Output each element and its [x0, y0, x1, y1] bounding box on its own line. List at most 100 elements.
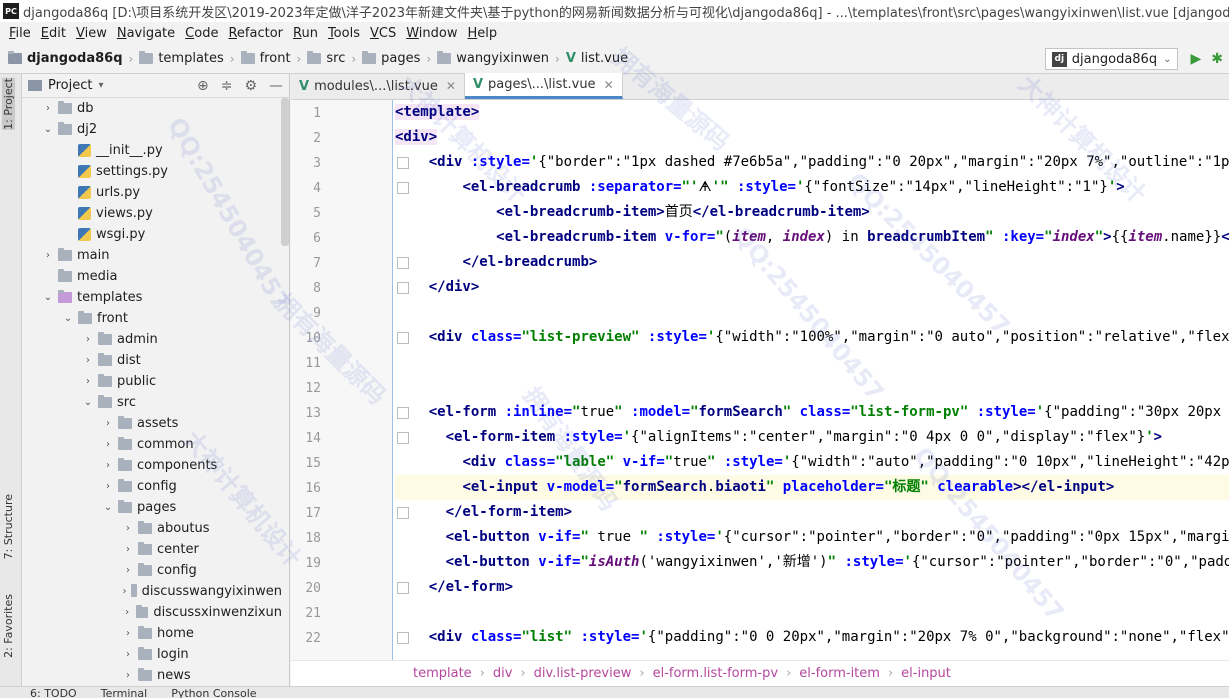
chevron-down-icon[interactable]: ▾ — [98, 80, 103, 91]
chevron-right-icon[interactable]: › — [102, 418, 114, 429]
chevron-right-icon[interactable]: › — [42, 250, 54, 261]
project-scrollbar[interactable] — [281, 98, 289, 246]
chevron-right-icon[interactable]: › — [82, 334, 94, 345]
collapse-all-icon[interactable]: ≑ — [221, 78, 233, 94]
chevron-right-icon[interactable]: › — [122, 586, 127, 597]
tree-item[interactable]: ⌄ dj2 — [22, 119, 282, 140]
chevron-right-icon[interactable]: › — [82, 355, 94, 366]
editor-tab-label: modules\...\list.vue — [314, 78, 438, 94]
menu-help[interactable]: Help — [463, 26, 503, 41]
menu-refactor[interactable]: Refactor — [223, 26, 288, 41]
chevron-right-icon[interactable]: › — [122, 607, 132, 618]
chevron-right-icon[interactable]: › — [102, 439, 114, 450]
tree-item[interactable]: › public — [22, 371, 282, 392]
structure-path-item[interactable]: template — [413, 666, 472, 681]
tree-item[interactable]: › discussxinwenzixun — [22, 602, 282, 623]
nav-crumb[interactable]: templates — [139, 51, 224, 66]
tree-item[interactable]: ⌄ templates — [22, 287, 282, 308]
project-title[interactable]: Project — [48, 78, 92, 93]
tree-item[interactable]: ⌄ pages — [22, 497, 282, 518]
tab-project[interactable]: 1: Project — [2, 78, 15, 130]
nav-crumb[interactable]: pages — [362, 51, 420, 66]
menu-navigate[interactable]: Navigate — [112, 26, 180, 41]
tree-item[interactable]: › assets — [22, 413, 282, 434]
tree-item[interactable]: __init__.py — [22, 140, 282, 161]
tree-item[interactable]: › center — [22, 539, 282, 560]
run-icon[interactable]: ▶ — [1190, 51, 1201, 67]
chevron-down-icon[interactable]: ⌄ — [42, 124, 54, 135]
nav-crumb[interactable]: Vlist.vue — [566, 51, 628, 66]
chevron-down-icon[interactable]: ⌄ — [102, 502, 114, 513]
tree-item[interactable]: › aboutus — [22, 518, 282, 539]
editor-tab[interactable]: Vmodules\...\list.vue ✕ — [291, 73, 465, 99]
nav-crumb[interactable]: front — [240, 51, 291, 66]
close-icon[interactable]: ✕ — [604, 78, 614, 92]
tree-item[interactable]: › db — [22, 98, 282, 119]
tree-item[interactable]: › news — [22, 665, 282, 686]
tree-item[interactable]: › login — [22, 644, 282, 665]
tree-item[interactable]: › main — [22, 245, 282, 266]
structure-path-item[interactable]: el-form-item — [799, 666, 880, 681]
close-icon[interactable]: ✕ — [446, 79, 456, 93]
nav-crumb[interactable]: djangoda86q — [8, 51, 123, 66]
bottom-tool-button[interactable]: 6: TODO — [30, 687, 77, 698]
folder-icon — [138, 563, 152, 576]
tree-item-label: config — [137, 479, 177, 494]
editor-tab[interactable]: Vpages\...\list.vue ✕ — [464, 73, 623, 99]
chevron-down-icon[interactable]: ⌄ — [62, 313, 74, 324]
chevron-right-icon[interactable]: › — [122, 649, 134, 660]
chevron-right-icon[interactable]: › — [122, 628, 134, 639]
chevron-right-icon[interactable]: › — [42, 103, 54, 114]
tree-item[interactable]: › components — [22, 455, 282, 476]
chevron-right-icon[interactable]: › — [122, 523, 134, 534]
menu-vcs[interactable]: VCS — [365, 26, 401, 41]
structure-path-item[interactable]: div.list-preview — [534, 666, 632, 681]
tree-item[interactable]: settings.py — [22, 161, 282, 182]
menu-view[interactable]: View — [71, 26, 112, 41]
tree-item[interactable]: › config — [22, 560, 282, 581]
nav-crumb[interactable]: wangyixinwen — [437, 51, 549, 66]
chevron-down-icon[interactable]: ⌄ — [82, 397, 94, 408]
structure-path-item[interactable]: div — [493, 666, 513, 681]
tree-item[interactable]: urls.py — [22, 182, 282, 203]
chevron-right-icon[interactable]: › — [122, 565, 134, 576]
tree-item[interactable]: › dist — [22, 350, 282, 371]
nav-crumb[interactable]: src — [307, 51, 345, 66]
tree-item[interactable]: ⌄ src — [22, 392, 282, 413]
chevron-right-icon[interactable]: › — [102, 481, 114, 492]
menu-code[interactable]: Code — [180, 26, 223, 41]
chevron-right-icon[interactable]: › — [122, 544, 134, 555]
tree-item[interactable]: › discusswangyixinwen — [22, 581, 282, 602]
tree-item[interactable]: wsgi.py — [22, 224, 282, 245]
structure-path-item[interactable]: el-input — [901, 666, 951, 681]
tree-item[interactable]: › home — [22, 623, 282, 644]
structure-path-item[interactable]: el-form.list-form-pv — [653, 666, 778, 681]
chevron-right-icon[interactable]: › — [82, 376, 94, 387]
run-configuration-select[interactable]: dj djangoda86q ⌄ — [1044, 48, 1179, 70]
tree-item[interactable]: views.py — [22, 203, 282, 224]
chevron-right-icon[interactable]: › — [122, 670, 134, 681]
bottom-tool-button[interactable]: Terminal — [101, 687, 148, 698]
gear-icon[interactable]: ⚙ — [244, 78, 257, 94]
chevron-right-icon[interactable]: › — [102, 460, 114, 471]
tab-favorites[interactable]: 2: Favorites — [2, 594, 15, 658]
menu-tools[interactable]: Tools — [323, 26, 365, 41]
project-tree: › db ⌄ dj2 __init__.py settings.py urls.py view… — [22, 98, 282, 686]
locate-icon[interactable]: ⊕ — [197, 78, 209, 94]
code-view[interactable]: <template> <div> <div :style='{"border":… — [395, 100, 1229, 664]
tab-structure[interactable]: 7: Structure — [2, 494, 15, 559]
tree-item[interactable]: ⌄ front — [22, 308, 282, 329]
menu-edit[interactable]: Edit — [36, 26, 71, 41]
minimize-icon[interactable]: — — [269, 78, 283, 94]
menu-file[interactable]: File — [4, 26, 36, 41]
tree-item[interactable]: › config — [22, 476, 282, 497]
tree-item[interactable]: › common — [22, 434, 282, 455]
debug-icon[interactable]: ✱ — [1211, 51, 1223, 67]
menu-window[interactable]: Window — [401, 26, 462, 41]
bottom-tool-button[interactable]: Python Console — [171, 687, 256, 698]
tree-item-label: settings.py — [96, 164, 168, 179]
tree-item[interactable]: media — [22, 266, 282, 287]
tree-item[interactable]: › admin — [22, 329, 282, 350]
menu-run[interactable]: Run — [288, 26, 323, 41]
chevron-down-icon[interactable]: ⌄ — [42, 292, 54, 303]
